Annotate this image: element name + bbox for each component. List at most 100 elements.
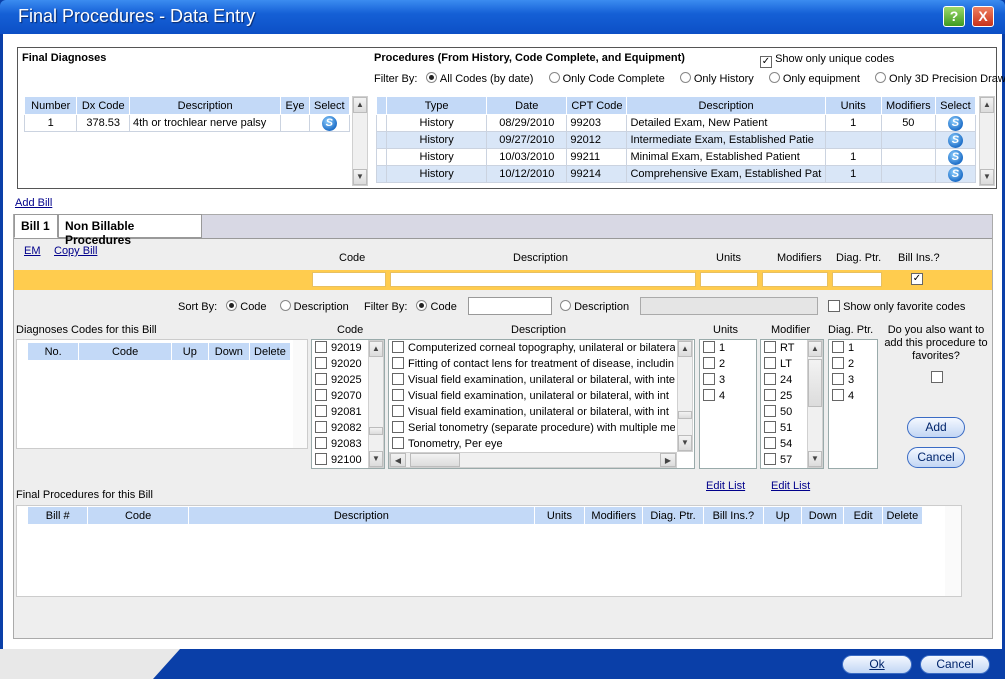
entry-desc-field[interactable]	[390, 272, 696, 287]
entry-modifiers-field[interactable]	[762, 272, 828, 287]
diag-ptr-list[interactable]: 1 2 3 4	[828, 339, 878, 469]
select-icon[interactable]: S	[947, 166, 963, 182]
col-down[interactable]: Down	[801, 506, 845, 525]
scroll-up-icon[interactable]: ▲	[353, 97, 367, 113]
add-favorites-checkbox[interactable]	[931, 371, 943, 383]
edit-list-modifiers-link[interactable]: Edit List	[771, 480, 810, 492]
col-down[interactable]: Down	[207, 342, 250, 361]
description-list[interactable]: Computerized corneal topography, unilate…	[388, 339, 695, 469]
sort-code-radio[interactable]: Code	[226, 300, 267, 313]
scroll-thumb[interactable]	[678, 411, 692, 419]
final-procs-scrollbar[interactable]	[945, 506, 961, 596]
diag-codes-scrollbar[interactable]	[293, 340, 307, 448]
table-row[interactable]: 1 378.53 4th or trochlear nerve palsy S	[23, 114, 351, 132]
footer-cancel-button[interactable]: Cancel	[920, 655, 990, 674]
col-cpt[interactable]: CPT Code	[566, 96, 628, 115]
col-units[interactable]: Units	[824, 96, 882, 115]
select-icon[interactable]: S	[321, 115, 337, 131]
modifier-list[interactable]: RT LT 24 25 50 51 54 57 ▲ ▼	[760, 339, 824, 469]
col-up[interactable]: Up	[170, 342, 209, 361]
col-delete[interactable]: Delete	[881, 506, 924, 525]
entry-units-field[interactable]	[700, 272, 758, 287]
list-item[interactable]: 4	[829, 388, 877, 404]
modifier-list-scrollbar[interactable]: ▲ ▼	[807, 340, 823, 468]
table-row[interactable]: History 10/12/2010 99214 Comprehensive E…	[375, 165, 977, 183]
em-link[interactable]: EM	[24, 245, 41, 257]
list-item[interactable]: Visual field examination, unilateral or …	[389, 404, 675, 420]
list-item[interactable]: 1	[829, 340, 877, 356]
list-item[interactable]: 3	[700, 372, 756, 388]
select-icon[interactable]: S	[947, 132, 963, 148]
tab-bill-1[interactable]: Bill 1	[14, 214, 58, 238]
col-modifiers[interactable]: Modifiers	[880, 96, 936, 115]
col-delete[interactable]: Delete	[248, 342, 292, 361]
table-row[interactable]: History 09/27/2010 92012 Intermediate Ex…	[375, 131, 977, 149]
col-bill-no[interactable]: Bill #	[26, 506, 89, 525]
col-description[interactable]: Description	[187, 506, 535, 525]
filter-code-input[interactable]	[468, 297, 552, 315]
col-code[interactable]: Code	[87, 506, 189, 525]
list-item[interactable]: Serial tonometry (separate procedure) wi…	[389, 420, 675, 436]
col-number[interactable]: Number	[23, 96, 78, 115]
help-button[interactable]: ?	[943, 6, 965, 27]
col-type[interactable]: Type	[386, 96, 488, 115]
col-code[interactable]: Code	[78, 342, 172, 361]
col-eye[interactable]: Eye	[280, 96, 310, 115]
scroll-left-icon[interactable]: ◀	[390, 453, 406, 467]
filter-description-radio[interactable]: Description	[560, 300, 629, 313]
table-row[interactable]: History 10/03/2010 99211 Minimal Exam, E…	[375, 148, 977, 166]
list-item[interactable]: 1	[700, 340, 756, 356]
unique-codes-option[interactable]: ✓ Show only unique codes	[760, 53, 894, 68]
list-item[interactable]: Tonometry, Per eye	[389, 436, 675, 452]
col-up[interactable]: Up	[763, 506, 803, 525]
col-dx-code[interactable]: Dx Code	[76, 96, 130, 115]
col-proc-desc[interactable]: Description	[626, 96, 826, 115]
diagnoses-scrollbar[interactable]: ▲ ▼	[352, 96, 368, 186]
list-item[interactable]: Fitting of contact lens for treatment of…	[389, 356, 675, 372]
col-date[interactable]: Date	[486, 96, 568, 115]
add-bill-link[interactable]: Add Bill	[15, 197, 52, 209]
scroll-down-icon[interactable]: ▼	[369, 451, 383, 467]
filter-3d-precision[interactable]: Only 3D Precision Draw	[874, 72, 1005, 85]
scroll-down-icon[interactable]: ▼	[980, 169, 994, 185]
scroll-thumb[interactable]	[808, 359, 822, 407]
copy-bill-link[interactable]: Copy Bill	[54, 245, 97, 257]
list-item[interactable]: Computerized corneal topography, unilate…	[389, 340, 675, 356]
col-proc-select[interactable]: Select	[934, 96, 977, 115]
col-units[interactable]: Units	[533, 506, 586, 525]
col-select[interactable]: Select	[308, 96, 351, 115]
unique-codes-checkbox[interactable]: ✓	[760, 56, 772, 68]
scroll-thumb[interactable]	[369, 427, 383, 435]
close-button[interactable]: X	[972, 6, 994, 27]
filter-equipment[interactable]: Only equipment	[768, 72, 860, 85]
scroll-down-icon[interactable]: ▼	[678, 435, 692, 451]
scroll-up-icon[interactable]: ▲	[678, 341, 692, 357]
list-item[interactable]: 2	[829, 356, 877, 372]
units-list[interactable]: 1 2 3 4	[699, 339, 757, 469]
col-edit[interactable]: Edit	[843, 506, 883, 525]
list-item[interactable]: Visual field examination, unilateral or …	[389, 372, 675, 388]
list-item[interactable]: Visual field examination, unilateral or …	[389, 388, 675, 404]
sort-description-radio[interactable]: Description	[279, 300, 349, 313]
scroll-right-icon[interactable]: ▶	[660, 453, 676, 467]
filter-code-radio[interactable]: Code	[416, 300, 457, 313]
entry-code-field[interactable]	[312, 272, 386, 287]
scroll-up-icon[interactable]: ▲	[980, 97, 994, 113]
entry-diag-field[interactable]	[832, 272, 882, 287]
favorites-filter-option[interactable]: Show only favorite codes	[828, 300, 965, 313]
select-icon[interactable]: S	[947, 149, 963, 165]
list-item[interactable]: 2	[700, 356, 756, 372]
add-button[interactable]: Add	[907, 417, 965, 438]
list-item[interactable]: 4	[700, 388, 756, 404]
cancel-button[interactable]: Cancel	[907, 447, 965, 468]
desc-list-vscrollbar[interactable]: ▲ ▼	[677, 340, 693, 452]
filter-all[interactable]: All Codes (by date)	[426, 72, 533, 85]
favorites-checkbox[interactable]	[828, 300, 840, 312]
col-no[interactable]: No.	[26, 342, 80, 361]
col-bill-ins[interactable]: Bill Ins.?	[702, 506, 765, 525]
filter-description-input[interactable]	[640, 297, 818, 315]
table-row[interactable]: History 08/29/2010 99203 Detailed Exam, …	[375, 114, 977, 132]
scroll-thumb[interactable]	[410, 453, 460, 467]
code-list-scrollbar[interactable]: ▲ ▼	[368, 340, 384, 468]
filter-code-complete[interactable]: Only Code Complete	[548, 72, 665, 85]
